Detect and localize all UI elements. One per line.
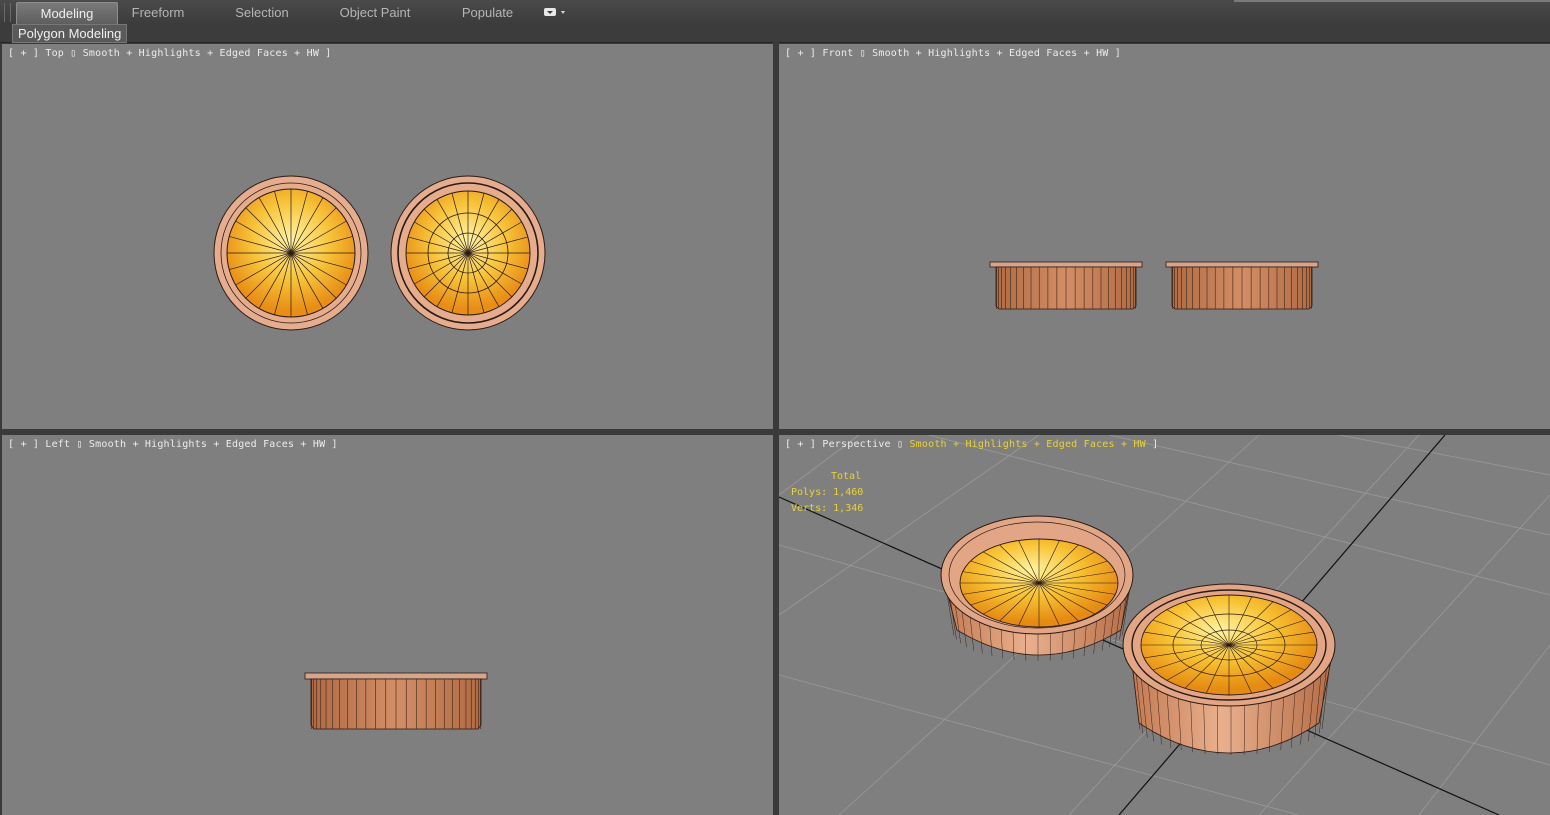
panel-polygon-modeling[interactable]: Polygon Modeling [12, 24, 128, 43]
viewport-left-pov[interactable]: Left [45, 439, 70, 450]
viewport-left-shading[interactable]: Smooth + Highlights + Edged Faces + HW ] [89, 439, 338, 450]
ribbon-tab-bar: Modeling Freeform Selection Object Paint… [0, 0, 1550, 25]
stats-verts-value: 1,346 [833, 503, 864, 514]
tart-model-2-front [1165, 261, 1319, 310]
viewport-horizontal-splitter[interactable] [0, 429, 1550, 435]
viewport-top-shading[interactable]: Smooth + Highlights + Edged Faces + HW ] [83, 48, 332, 59]
tab-populate[interactable]: Populate [450, 2, 525, 23]
viewport-perspective-shading[interactable]: Smooth + Highlights + Edged Faces + HW [909, 439, 1145, 450]
tart-model-1-front [989, 261, 1143, 310]
tab-freeform[interactable]: Freeform [118, 2, 198, 23]
left-view-scene [304, 672, 488, 730]
viewport-front-shading[interactable]: Smooth + Highlights + Edged Faces + HW ] [872, 48, 1121, 59]
stats-total-header: Total [831, 471, 862, 482]
stats-polys-label: Polys: [791, 487, 828, 498]
viewport-perspective[interactable]: [ + ] Perspective ▯ Smooth + Highlights … [779, 435, 1550, 815]
viewport-top-pov[interactable]: Top [45, 48, 64, 59]
viewport-front-pov[interactable]: Front [822, 48, 853, 59]
stats-polys-value: 1,460 [833, 487, 864, 498]
viewport-front-menu[interactable]: [ + ] [785, 48, 816, 59]
viewport-perspective-label: [ + ] Perspective ▯ Smooth + Highlights … [785, 439, 1159, 450]
stats-verts-label: Verts: [791, 503, 828, 514]
perspective-view-scene [779, 435, 1550, 815]
viewport-perspective-label-end: ] [1152, 439, 1159, 450]
viewport-left-menu[interactable]: [ + ] [8, 439, 39, 450]
ribbon-panel-bar: Polygon Modeling [0, 24, 1550, 43]
viewport-top-menu[interactable]: [ + ] [8, 48, 39, 59]
viewport-left[interactable]: [ + ] Left ▯ Smooth + Highlights + Edged… [2, 435, 773, 815]
viewport-top[interactable]: [ + ] Top ▯ Smooth + Highlights + Edged … [2, 44, 773, 429]
tart-model-2-top [390, 175, 546, 331]
stats-polys-row: Polys: 1,460 [791, 485, 863, 501]
tab-object-paint[interactable]: Object Paint [330, 2, 420, 23]
tart-model-1-perspective [940, 515, 1134, 661]
viewport-front-label: [ + ] Front ▯ Smooth + Highlights + Edge… [785, 48, 1121, 59]
stats-verts-row: Verts: 1,346 [791, 501, 863, 517]
viewport-top-label: [ + ] Top ▯ Smooth + Highlights + Edged … [8, 48, 332, 59]
tab-selection[interactable]: Selection [222, 2, 302, 23]
tab-modeling[interactable]: Modeling [16, 2, 118, 24]
top-view-scene [213, 175, 546, 331]
ribbon-grip-handle[interactable] [4, 3, 11, 22]
ribbon-options-dropdown[interactable] [540, 6, 568, 20]
ribbon-options-icon [544, 8, 565, 16]
viewport-left-label: [ + ] Left ▯ Smooth + Highlights + Edged… [8, 439, 338, 450]
tart-model-1-top [213, 175, 369, 331]
viewport-front[interactable]: [ + ] Front ▯ Smooth + Highlights + Edge… [779, 44, 1550, 429]
ribbon-top-line [1234, 0, 1550, 2]
tart-model-2-perspective [1122, 583, 1336, 755]
front-view-scene [989, 261, 1319, 310]
tart-model-left [304, 672, 488, 730]
viewport-perspective-menu[interactable]: [ + ] [785, 439, 816, 450]
scene-statistics: Total Polys: 1,460 Verts: 1,346 [791, 469, 863, 517]
viewport-perspective-pov[interactable]: Perspective [822, 439, 890, 450]
